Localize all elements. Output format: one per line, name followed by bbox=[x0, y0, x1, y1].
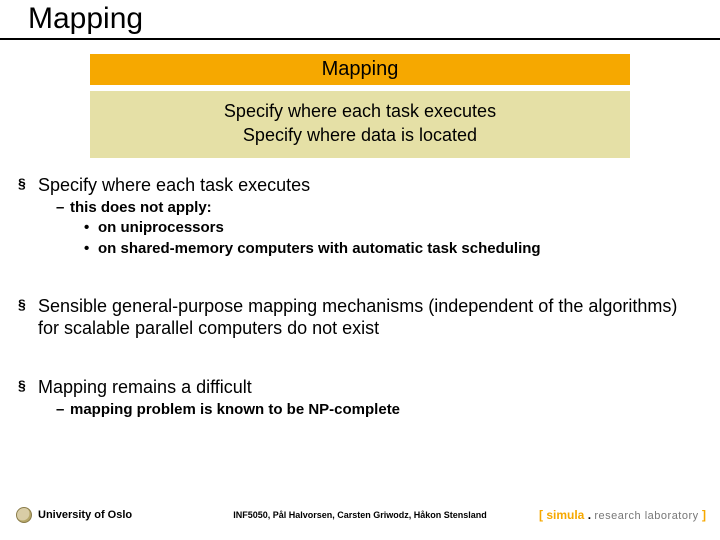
brand-bracket-close: ] bbox=[699, 508, 706, 522]
bullet-3-1: mapping problem is known to be NP-comple… bbox=[18, 400, 686, 420]
bullet-2: Sensible general-purpose mapping mechani… bbox=[18, 295, 686, 340]
footer-university: University of Oslo bbox=[38, 509, 132, 521]
bullet-1: Specify where each task executes bbox=[18, 174, 686, 197]
highlight-box-body: Specify where each task executes Specify… bbox=[90, 91, 630, 158]
highlight-line-1: Specify where each task executes bbox=[90, 99, 630, 123]
title-underline bbox=[0, 38, 720, 40]
slide: Mapping Mapping Specify where each task … bbox=[0, 0, 720, 540]
footer-left: University of Oslo bbox=[16, 507, 132, 523]
uio-seal-icon bbox=[16, 507, 32, 523]
footer: University of Oslo INF5050, Pål Halvorse… bbox=[0, 504, 720, 526]
bullet-1-1b: on shared-memory computers with automati… bbox=[18, 239, 686, 259]
bullet-block-3: Mapping remains a difficult mapping prob… bbox=[18, 376, 686, 421]
brand-lab: research laboratory bbox=[594, 510, 698, 522]
brand-name: simula bbox=[546, 508, 584, 522]
brand-dot: . bbox=[584, 508, 594, 522]
highlight-box-title: Mapping bbox=[90, 54, 630, 85]
bullet-3: Mapping remains a difficult bbox=[18, 376, 686, 399]
footer-credits: INF5050, Pål Halvorsen, Carsten Griwodz,… bbox=[233, 510, 487, 520]
bullet-block-1: Specify where each task executes this do… bbox=[18, 174, 686, 259]
bullet-1-1a: on uniprocessors bbox=[18, 218, 686, 238]
title-area: Mapping bbox=[0, 0, 720, 36]
content-area: Specify where each task executes this do… bbox=[0, 170, 720, 421]
bullet-1-1: this does not apply: bbox=[18, 198, 686, 218]
bullet-block-2: Sensible general-purpose mapping mechani… bbox=[18, 295, 686, 340]
slide-title: Mapping bbox=[28, 2, 720, 36]
footer-brand: [ simula . research laboratory ] bbox=[539, 508, 706, 522]
highlight-line-2: Specify where data is located bbox=[90, 123, 630, 147]
